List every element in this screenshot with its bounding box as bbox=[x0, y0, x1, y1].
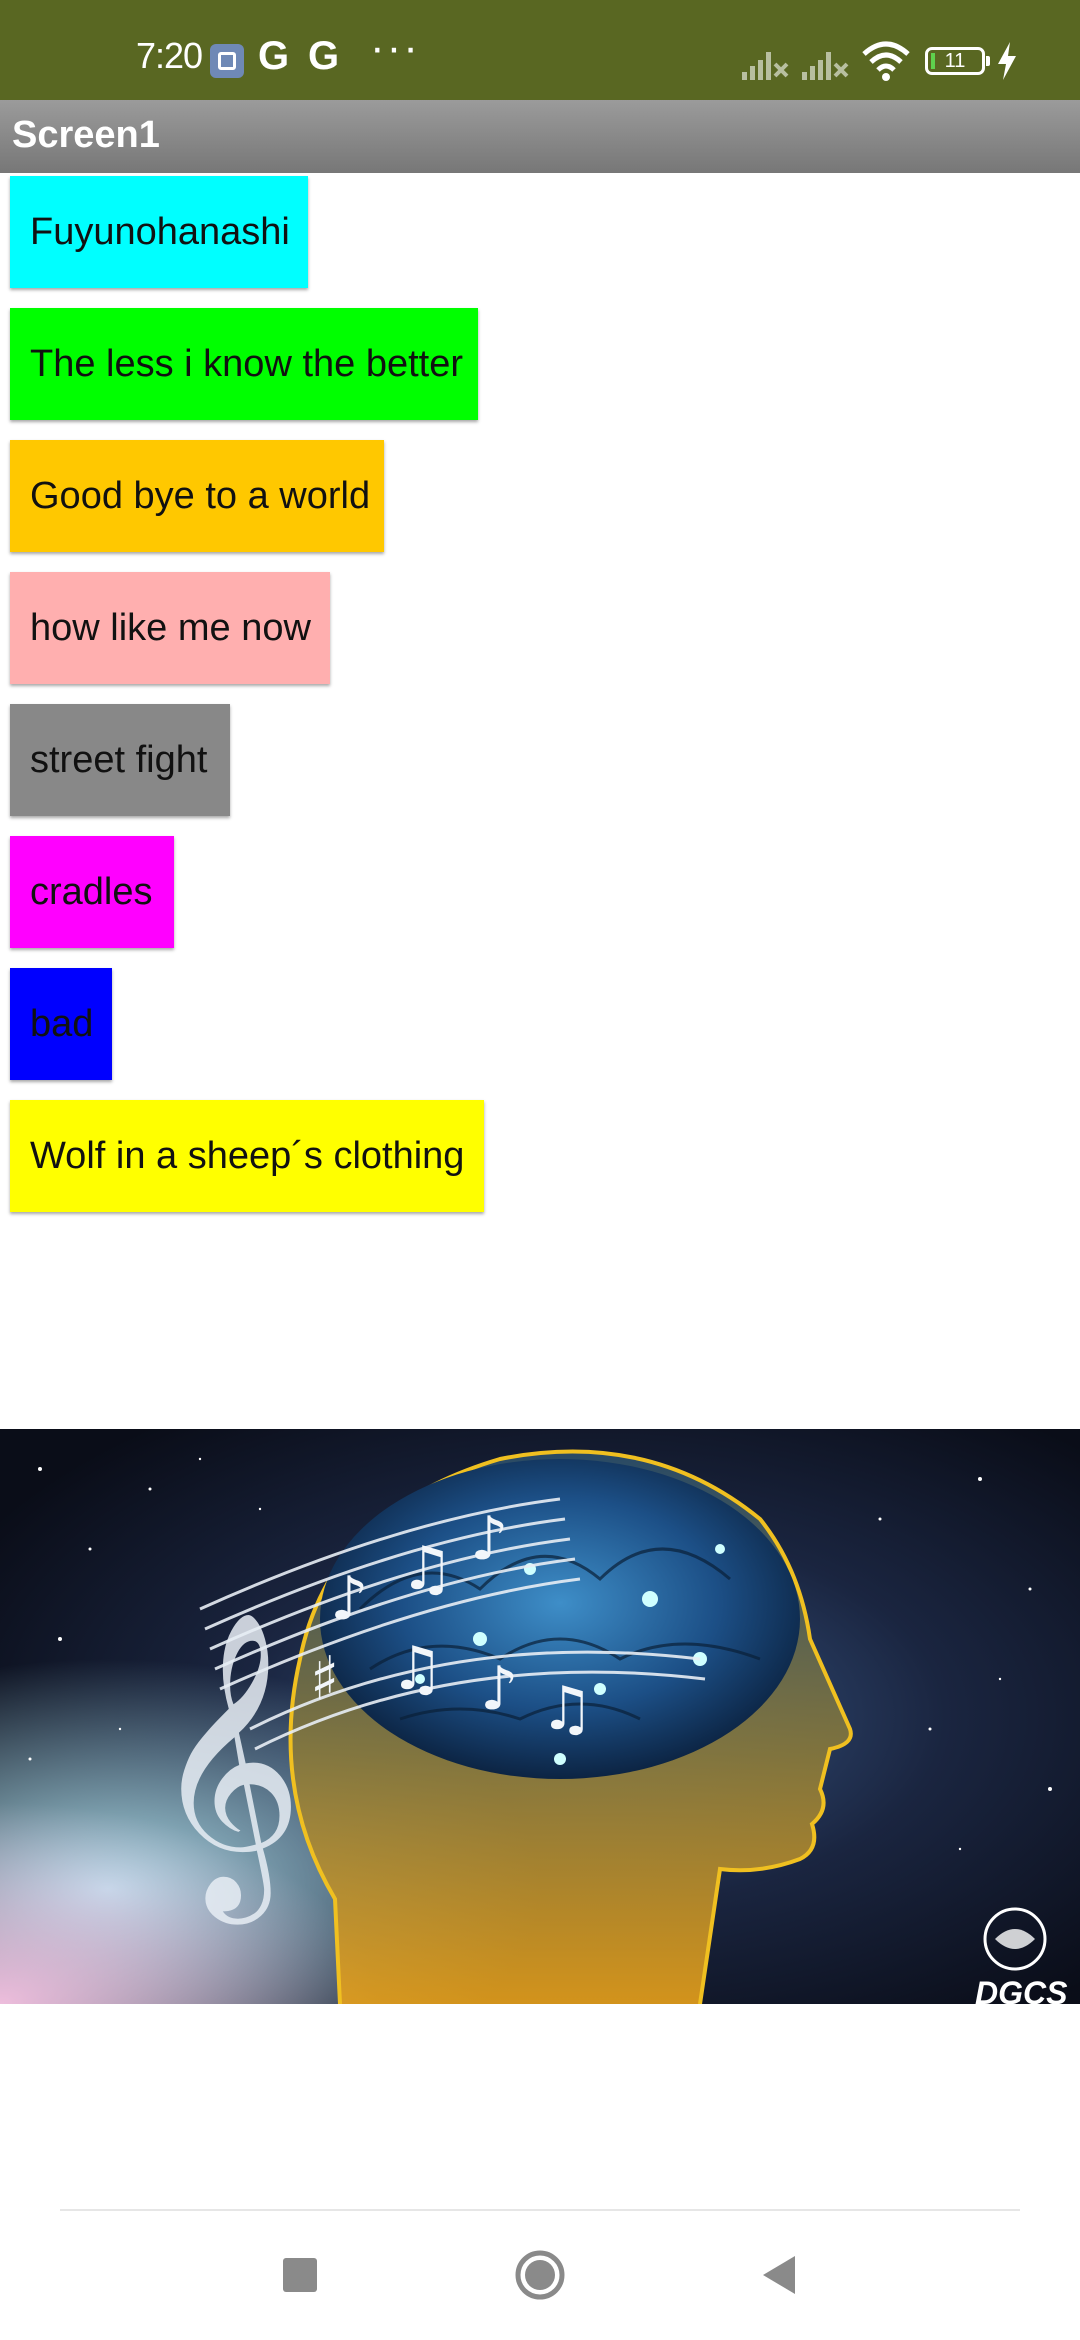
battery-icon: 11 bbox=[925, 47, 985, 75]
home-circle-icon[interactable] bbox=[505, 2246, 575, 2306]
song-button-good-bye[interactable]: Good bye to a world bbox=[10, 440, 384, 552]
back-triangle-icon[interactable] bbox=[745, 2246, 815, 2306]
signal-off-icon bbox=[742, 52, 789, 80]
song-button-bad[interactable]: bad bbox=[10, 968, 112, 1080]
song-button-fuyunohanashi[interactable]: Fuyunohanashi bbox=[10, 176, 308, 288]
page-title: Screen1 bbox=[12, 114, 160, 156]
dgcs-watermark: DGCS bbox=[975, 1975, 1068, 2004]
song-button-the-less-i-know[interactable]: The less i know the better bbox=[10, 308, 478, 420]
svg-text:♫: ♫ bbox=[400, 1534, 454, 1604]
status-bar: 7:20 G G ··· 11 bbox=[0, 0, 1080, 100]
song-button-how-like-me-now[interactable]: how like me now bbox=[10, 572, 330, 684]
brain-music-image: 𝄞 ♪ ♫ ♪ ♫ ♪ ♫ ♯ DGCS bbox=[0, 1429, 1080, 2004]
svg-text:♯: ♯ bbox=[310, 1644, 339, 1714]
svg-text:♫: ♫ bbox=[390, 1634, 444, 1704]
recents-square-icon[interactable] bbox=[265, 2246, 335, 2306]
svg-text:♪: ♪ bbox=[470, 1504, 508, 1574]
svg-text:♫: ♫ bbox=[540, 1674, 594, 1744]
svg-text:♪: ♪ bbox=[330, 1564, 368, 1634]
status-time: 7:20 bbox=[136, 35, 203, 76]
title-bar: Screen1 bbox=[0, 100, 1080, 173]
svg-text:𝄞: 𝄞 bbox=[150, 1609, 304, 1926]
song-button-street-fight[interactable]: street fight bbox=[10, 704, 230, 816]
signal-off-icon bbox=[802, 52, 849, 80]
song-button-wolf[interactable]: Wolf in a sheep´s clothing bbox=[10, 1100, 484, 1212]
google-icon: G bbox=[258, 34, 290, 78]
battery-level: 11 bbox=[944, 50, 966, 72]
google-icon: G bbox=[308, 34, 340, 78]
charging-icon bbox=[998, 42, 1016, 80]
wifi-icon bbox=[862, 41, 910, 81]
more-dots-icon: ··· bbox=[370, 23, 420, 72]
photo-app-icon bbox=[210, 44, 244, 78]
svg-text:♪: ♪ bbox=[480, 1654, 518, 1724]
nav-divider bbox=[60, 2209, 1020, 2211]
song-button-cradles[interactable]: cradles bbox=[10, 836, 174, 948]
